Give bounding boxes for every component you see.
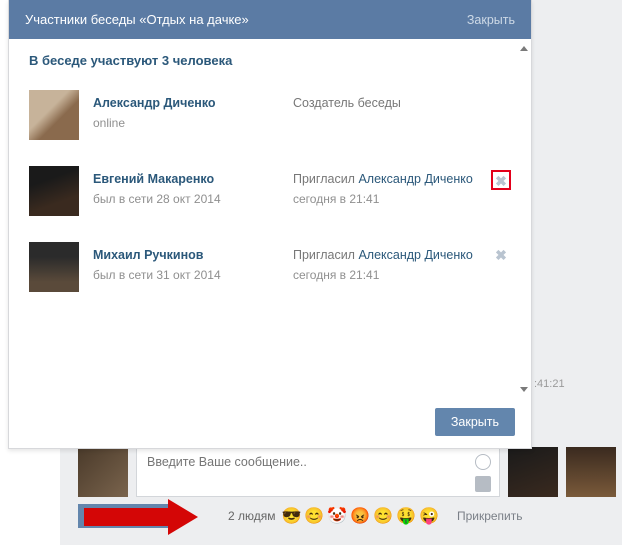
close-link[interactable]: Закрыть [467,13,515,27]
scrollbar[interactable] [519,44,529,396]
camera-icon[interactable] [475,476,491,492]
emoji[interactable]: 😜 [419,506,439,526]
member-row: Михаил Ручкинов был в сети 31 окт 2014 П… [29,234,511,310]
dialog-title: Участники беседы «Отдых на дачке» [25,12,249,27]
inviter-link[interactable]: Александр Диченко [358,172,472,186]
dialog-subtitle: В беседе участвуют 3 человека [29,53,511,68]
recipients-count: 2 людям [228,509,276,523]
message-input[interactable] [137,448,499,496]
emoji[interactable]: 😎 [282,506,302,526]
avatar[interactable] [78,447,128,497]
member-row: Александр Диченко online Создатель бесед… [29,82,511,158]
message-timestamp: :41:21 [534,378,565,390]
member-role: Создатель беседы [293,96,401,110]
attach-link[interactable]: Прикрепить [457,509,523,523]
participants-dialog: Участники беседы «Отдых на дачке» Закрыт… [8,0,532,449]
avatar[interactable] [29,90,79,140]
send-button[interactable] [78,504,174,528]
emoji-row[interactable]: 😎 😊 🤡 😡 😊 🤑 😜 [282,506,439,526]
member-name-link[interactable]: Михаил Ручкинов [93,248,293,262]
scroll-down-icon[interactable] [520,387,528,392]
compose-box[interactable] [136,447,500,497]
member-name-link[interactable]: Евгений Макаренко [93,172,293,186]
compose-area [78,447,616,497]
dialog-footer: Закрыть [9,396,531,448]
emoji-icon[interactable] [475,454,491,470]
compose-toolbar: 2 людям 😎 😊 🤡 😡 😊 🤑 😜 Прикрепить [78,504,616,528]
remove-member-button[interactable]: ✖ [491,170,511,190]
invite-time: сегодня в 21:41 [293,192,491,206]
emoji[interactable]: 😊 [373,506,393,526]
invited-label: Пригласил [293,172,358,186]
scroll-up-icon[interactable] [520,46,528,51]
close-button[interactable]: Закрыть [435,408,515,436]
avatar[interactable] [29,242,79,292]
avatar[interactable] [566,447,616,497]
member-status: был в сети 31 окт 2014 [93,268,293,282]
invited-label: Пригласил [293,248,358,262]
emoji[interactable]: 🤑 [396,506,416,526]
member-status: был в сети 28 окт 2014 [93,192,293,206]
invite-time: сегодня в 21:41 [293,268,491,282]
remove-member-button[interactable]: ✖ [491,246,511,266]
emoji[interactable]: 🤡 [327,506,347,526]
avatar[interactable] [508,447,558,497]
emoji[interactable]: 😡 [350,506,370,526]
member-status: online [93,116,293,130]
emoji[interactable]: 😊 [304,506,324,526]
member-row: Евгений Макаренко был в сети 28 окт 2014… [29,158,511,234]
dialog-header: Участники беседы «Отдых на дачке» Закрыт… [9,0,531,39]
member-name-link[interactable]: Александр Диченко [93,96,293,110]
avatar[interactable] [29,166,79,216]
inviter-link[interactable]: Александр Диченко [358,248,472,262]
